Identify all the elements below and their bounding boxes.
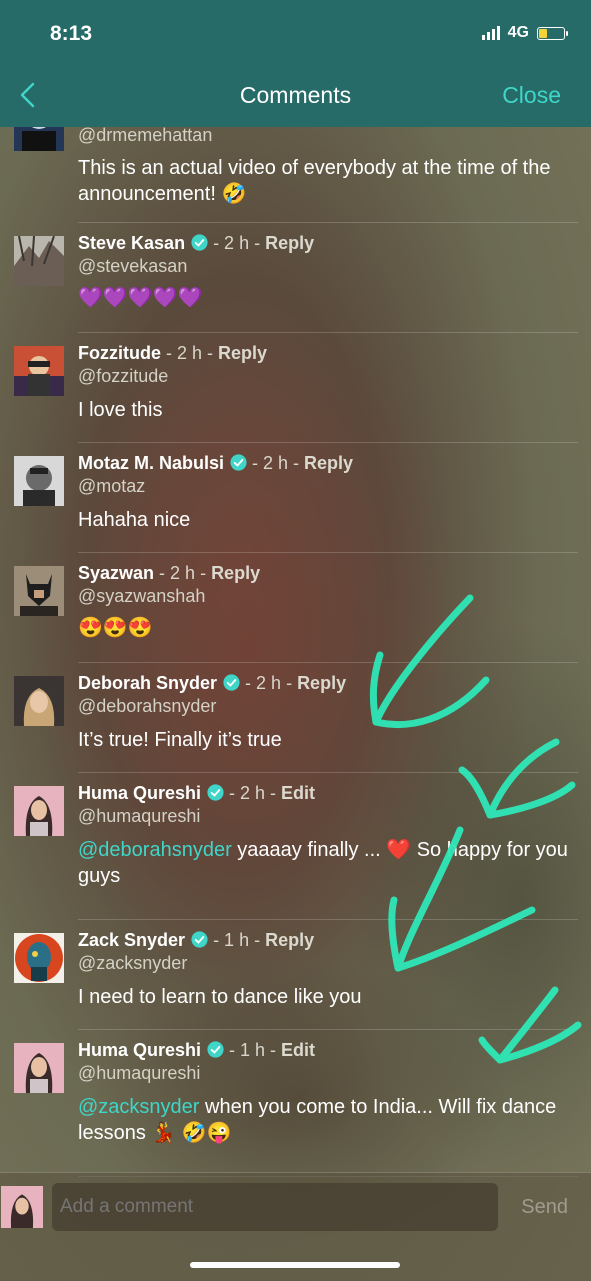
verified-badge-icon [191, 931, 208, 948]
comment-text: I need to learn to dance like you [78, 986, 362, 1008]
comment-time: - 2 h - [240, 673, 298, 693]
send-button[interactable]: Send [521, 1196, 568, 1219]
avatar [1, 1186, 43, 1228]
divider [78, 662, 578, 663]
network-label: 4G [507, 24, 529, 41]
header: 8:13 4G Comments Close [0, 0, 591, 127]
edit-button[interactable]: Edit [281, 1040, 315, 1060]
divider [78, 772, 578, 773]
comment-time: - 1 h - [208, 930, 266, 950]
close-button[interactable]: Close [502, 82, 561, 109]
comment-text: @deborahsnyder yaaaay finally ... ❤️ So … [78, 837, 575, 889]
avatar[interactable] [14, 346, 64, 396]
comment-text: 💜💜💜💜💜 [78, 287, 203, 309]
divider [78, 332, 578, 333]
comment-handle[interactable]: @humaqureshi [78, 805, 575, 827]
mention-link[interactable]: @deborahsnyder [78, 839, 232, 861]
comment-handle[interactable]: @motaz [78, 475, 575, 497]
commenter-name[interactable]: Fozzitude [78, 343, 161, 363]
comment-time: - 1 h - [224, 1040, 282, 1060]
verified-badge-icon [207, 784, 224, 801]
comment-handle[interactable]: @stevekasan [78, 255, 575, 277]
comment-handle[interactable]: @syazwanshah [78, 585, 575, 607]
avatar[interactable] [14, 933, 64, 983]
comment-handle[interactable]: @drmemehattan [78, 124, 575, 146]
avatar[interactable] [14, 456, 64, 506]
avatar[interactable] [14, 236, 64, 286]
comment-text: This is an actual video of everybody at … [78, 157, 551, 205]
avatar[interactable] [14, 566, 64, 616]
comment-text: It’s true! Finally it’s true [78, 729, 282, 751]
reply-button[interactable]: Reply [297, 673, 346, 693]
commenter-name[interactable]: Steve Kasan [78, 233, 185, 253]
verified-badge-icon [207, 1041, 224, 1058]
status-icons: 4G [481, 24, 568, 42]
comment-handle[interactable]: @zacksnyder [78, 952, 575, 974]
status-time: 8:13 [50, 22, 93, 45]
avatar[interactable] [14, 676, 64, 726]
divider [78, 442, 578, 443]
avatar[interactable] [14, 786, 64, 836]
reply-button[interactable]: Reply [304, 453, 353, 473]
comment-text: @zacksnyder when you come to India... Wi… [78, 1094, 575, 1146]
reply-button[interactable]: Reply [218, 343, 267, 363]
reply-button[interactable]: Reply [265, 233, 314, 253]
reply-button[interactable]: Reply [265, 930, 314, 950]
verified-badge-icon [230, 454, 247, 471]
comment-text: I love this [78, 399, 163, 421]
comment-handle[interactable]: @humaqureshi [78, 1062, 575, 1084]
home-indicator [190, 1262, 400, 1268]
commenter-name[interactable]: Deborah Snyder [78, 673, 217, 693]
commenter-name[interactable]: Huma Qureshi [78, 1040, 201, 1060]
commenter-name[interactable]: Zack Snyder [78, 930, 185, 950]
divider [78, 222, 578, 223]
comment-text: 😍😍😍 [78, 617, 153, 639]
mention-link[interactable]: @zacksnyder [78, 1096, 199, 1118]
comment-time: - 2 h - [208, 233, 266, 253]
commenter-name[interactable]: Motaz M. Nabulsi [78, 453, 224, 473]
comment-time: - 2 h - [224, 783, 282, 803]
signal-icon [481, 26, 500, 40]
commenter-name[interactable]: Syazwan [78, 563, 154, 583]
commenter-name[interactable]: Huma Qureshi [78, 783, 201, 803]
divider [78, 919, 578, 920]
verified-badge-icon [223, 674, 240, 691]
comment-input[interactable] [52, 1183, 498, 1231]
divider [78, 552, 578, 553]
verified-badge-icon [191, 234, 208, 251]
reply-button[interactable]: Reply [211, 563, 260, 583]
battery-icon [537, 26, 568, 40]
comment-time: - 2 h - [154, 563, 212, 583]
comment-handle[interactable]: @deborahsnyder [78, 695, 575, 717]
avatar[interactable] [14, 1043, 64, 1093]
divider [78, 1029, 578, 1030]
comment-text: Hahaha nice [78, 509, 191, 531]
edit-button[interactable]: Edit [281, 783, 315, 803]
comment-time: - 2 h - [161, 343, 219, 363]
comment-time: - 2 h - [247, 453, 305, 473]
comment-handle[interactable]: @fozzitude [78, 365, 575, 387]
